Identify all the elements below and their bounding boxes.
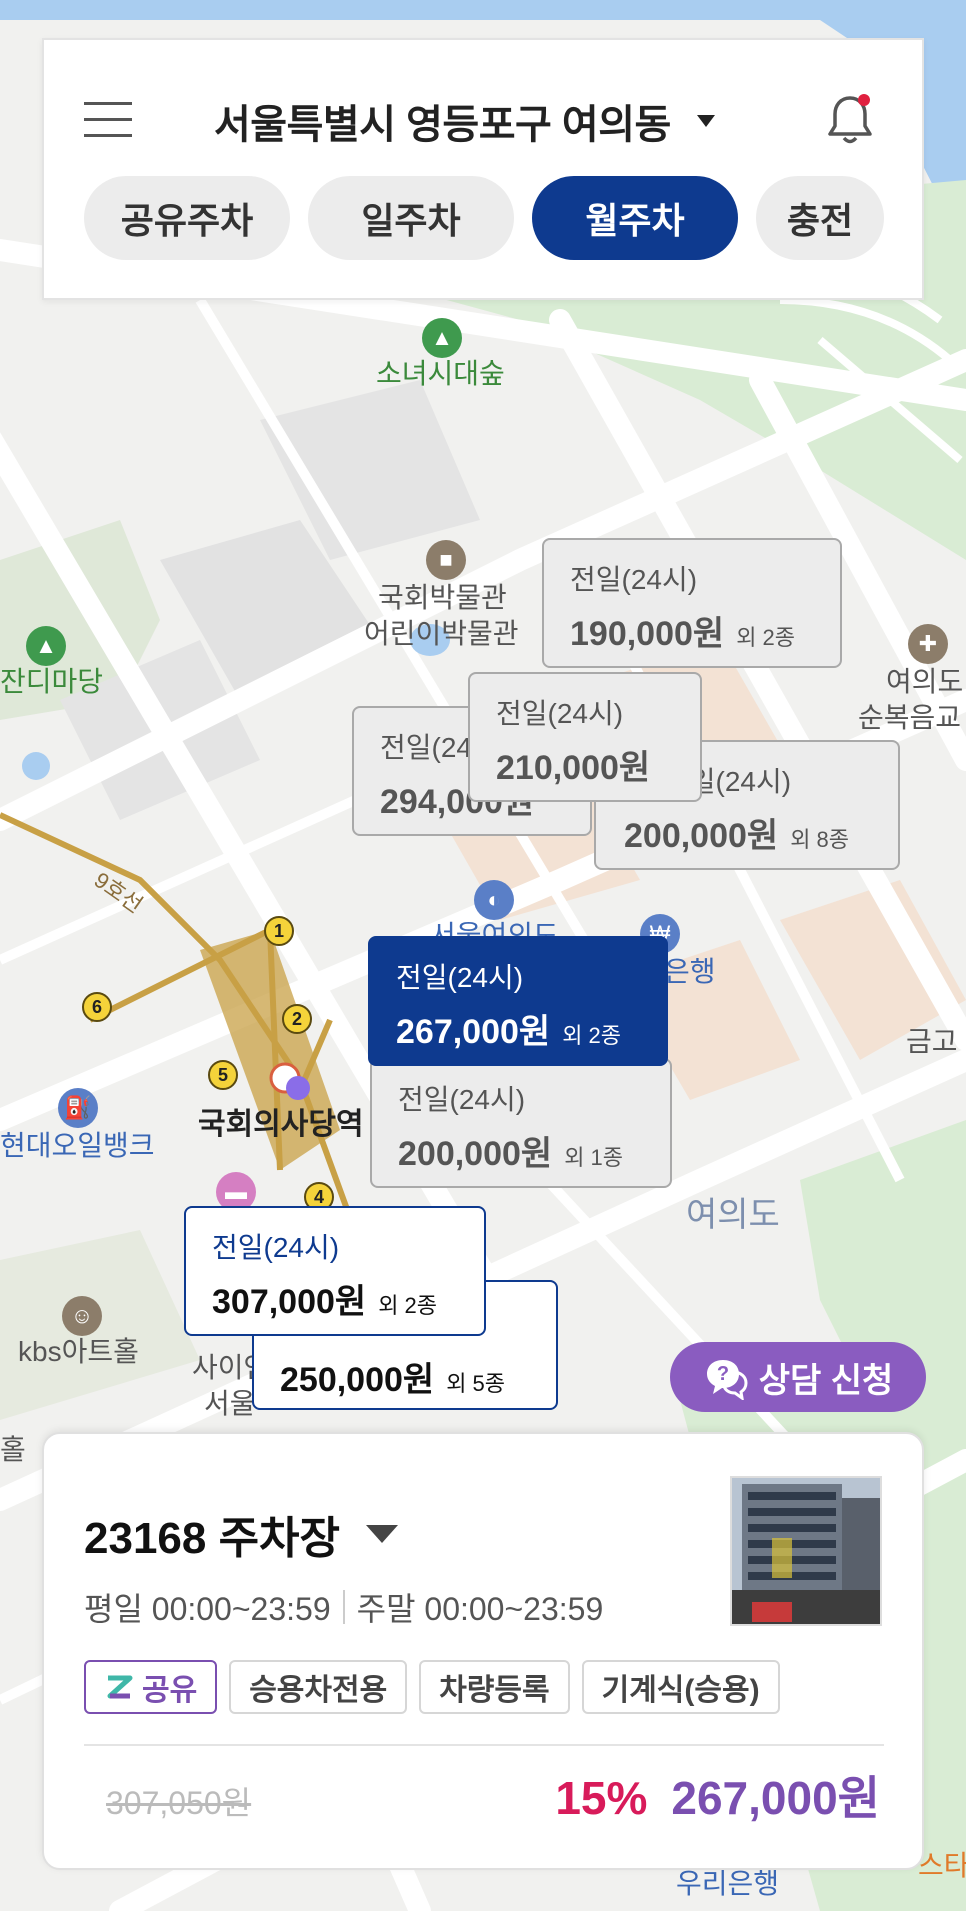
price-row: 15% 267,000원	[555, 1762, 880, 1828]
divider	[342, 1590, 345, 1624]
marker-extra: 외 2종	[562, 1023, 622, 1048]
map-label-grass-yard: 잔디마당	[0, 666, 104, 697]
park-icon: ▲	[26, 626, 66, 666]
tab-charging[interactable]: 충전	[756, 176, 884, 260]
operating-hours: 평일 00:00~23:59 주말 00:00~23:59	[84, 1584, 603, 1630]
marker-price: 200,000원	[398, 1135, 553, 1173]
discount-rate: 15%	[555, 1772, 648, 1824]
map-label-sonyeo-forest: 소녀시대숲	[376, 358, 505, 389]
marker-extra: 외 2종	[736, 625, 796, 650]
price-marker[interactable]: 전일(24시) 307,000원 외 2종	[184, 1206, 486, 1336]
tag-shared: 공유	[84, 1660, 218, 1714]
tab-monthly-parking[interactable]: 월주차	[532, 176, 738, 260]
forest-icon: ▲	[422, 318, 462, 358]
marker-price: 267,000원	[396, 1013, 551, 1051]
location-text: 서울특별시 영등포구 여의동	[214, 103, 671, 147]
divider	[84, 1744, 884, 1746]
map-label-kbs-hall: kbs아트홀	[18, 1336, 139, 1367]
marker-price: 250,000원	[280, 1361, 435, 1399]
marker-extra: 외 5종	[446, 1371, 506, 1396]
final-price: 267,000원	[671, 1772, 880, 1824]
station-exit-2: 2	[282, 1004, 312, 1034]
weekday-hours: 평일 00:00~23:59	[84, 1591, 331, 1627]
map-label-oil-bank: 현대오일뱅크	[0, 1130, 155, 1161]
price-marker-selected[interactable]: 전일(24시) 267,000원 외 2종	[368, 936, 668, 1066]
marker-price: 190,000원	[570, 615, 725, 653]
original-price: 307,050원	[106, 1785, 252, 1821]
parking-lot-card[interactable]: 23168 주차장 평일 00:00~23:59 주말 00:00~23:59	[42, 1432, 924, 1870]
feature-tags: 공유 승용차전용 차량등록 기계식(승용)	[84, 1660, 780, 1714]
caret-down-icon	[366, 1525, 399, 1543]
bell-icon[interactable]	[826, 92, 874, 146]
tag-label: 공유	[142, 1674, 198, 1707]
map-label-star: 스타	[918, 1850, 966, 1881]
marker-extra: 외 1종	[564, 1145, 624, 1170]
marker-price: 307,000원	[212, 1283, 367, 1321]
museum-icon: ■	[426, 540, 466, 580]
top-bar: 서울특별시 영등포구 여의동 공유주차 일주차 월주차 충전	[42, 38, 924, 300]
menu-icon[interactable]	[84, 100, 132, 140]
station-exit-1: 1	[264, 916, 294, 946]
gas-station-icon: ⛽	[58, 1088, 98, 1128]
station-exit-5: 5	[208, 1060, 238, 1090]
consult-request-label: 상담 신청	[758, 1361, 894, 1400]
marker-label: 전일(24시)	[396, 962, 524, 993]
marker-label: 전일(24시)	[212, 1232, 340, 1263]
lot-name: 23168 주차장	[84, 1514, 341, 1563]
consult-request-button[interactable]: ? 상담 신청	[670, 1342, 926, 1412]
map-label-station: 국회의사당역	[198, 1108, 364, 1141]
map-label-church-2: 순복음교	[858, 702, 962, 733]
tag-vehicle-registration: 차량등록	[419, 1660, 570, 1714]
marker-label: 전일(24시)	[496, 698, 624, 729]
map-label-bank: 은행	[664, 956, 716, 987]
price-marker[interactable]: 전일(24시) 210,000원	[468, 672, 702, 802]
caret-down-icon	[696, 115, 715, 127]
map-label-yeouido: 여의도	[686, 1196, 780, 1234]
station-exit-6: 6	[82, 992, 112, 1022]
broadcast-icon: ◐	[474, 880, 514, 920]
map-label-church-1: 여의도	[886, 666, 964, 697]
lot-photo[interactable]	[730, 1476, 882, 1626]
map-label-hol: 홀	[0, 1434, 26, 1465]
marker-price: 210,000원	[496, 749, 651, 787]
tab-shared-parking[interactable]: 공유주차	[84, 176, 290, 260]
marker-price: 200,000원	[624, 817, 779, 855]
map-label-seoul-2: 서울	[204, 1388, 256, 1419]
chat-question-icon: ?	[706, 1360, 748, 1400]
weekend-hours: 주말 00:00~23:59	[356, 1591, 604, 1627]
price-marker[interactable]: 전일(24시) 190,000원 외 2종	[542, 538, 842, 668]
map-label-museum-1: 국회박물관	[378, 582, 507, 613]
marker-label: 전일(24시)	[398, 1084, 526, 1115]
svg-text:?: ?	[717, 1363, 729, 1385]
marker-label: 전일(24시)	[570, 564, 698, 595]
location-selector[interactable]: 서울특별시 영등포구 여의동	[214, 92, 715, 150]
tag-passenger-only: 승용차전용	[229, 1660, 408, 1714]
church-icon: ✚	[908, 624, 948, 664]
map-label-museum-2: 어린이박물관	[364, 618, 519, 649]
marker-extra: 외 2종	[378, 1293, 438, 1318]
price-marker[interactable]: 전일(24시) 200,000원 외 1종	[370, 1058, 672, 1188]
tag-mechanical: 기계식(승용)	[581, 1660, 780, 1714]
category-tabs: 공유주차 일주차 월주차 충전	[84, 176, 884, 260]
share-z-icon	[107, 1675, 133, 1699]
theater-icon: ☺	[62, 1296, 102, 1336]
lot-name-selector[interactable]: 23168 주차장	[84, 1502, 399, 1566]
map-label-woori-bank: 우리은행	[676, 1868, 780, 1899]
tab-daily-parking[interactable]: 일주차	[308, 176, 514, 260]
marker-extra: 외 8종	[790, 827, 850, 852]
map-label-geumgo: 금고	[906, 1026, 958, 1057]
